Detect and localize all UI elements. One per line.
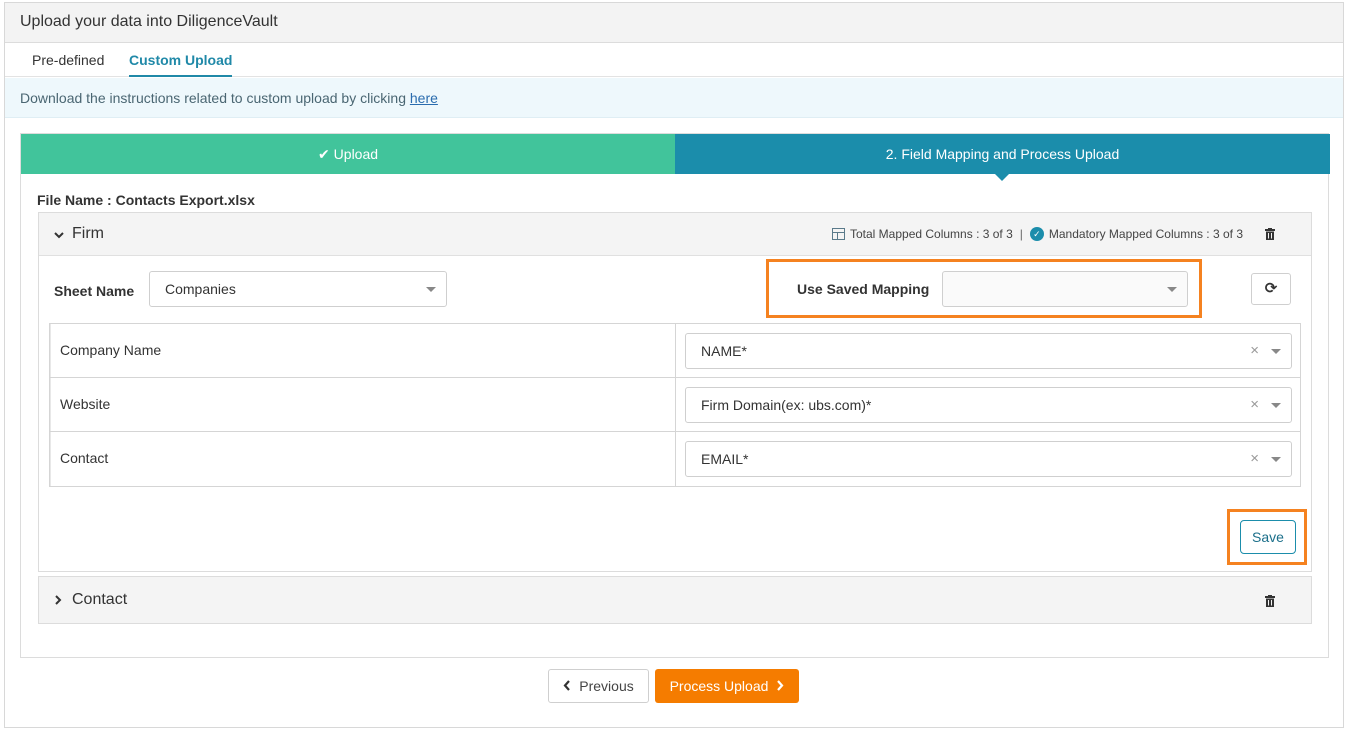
sheet-name-label: Sheet Name [54, 283, 135, 299]
mapping-value: EMAIL* [701, 451, 749, 467]
firm-section: Firm Total Mapped Columns : 3 of 3 | ✓ M… [38, 212, 1312, 572]
tab-bar: Pre-defined Custom Upload [5, 43, 1343, 77]
caret-down-icon [1271, 349, 1281, 354]
clear-icon[interactable]: × [1250, 450, 1259, 467]
caret-down-icon [1271, 457, 1281, 462]
mapping-select[interactable]: NAME* × [685, 333, 1292, 369]
clear-icon[interactable]: × [1250, 342, 1259, 359]
caret-down-icon [1167, 287, 1177, 292]
caret-down-icon [1271, 403, 1281, 408]
mapping-value: Firm Domain(ex: ubs.com)* [701, 397, 872, 413]
check-circle-icon: ✓ [1029, 227, 1044, 241]
file-name-label: File Name : [37, 192, 116, 208]
info-text: Download the instructions related to cus… [20, 90, 438, 106]
previous-button[interactable]: Previous [548, 669, 649, 703]
mandatory-mapped-columns: Mandatory Mapped Columns : 3 of 3 [1048, 227, 1243, 241]
table-row: Website Firm Domain(ex: ubs.com)* × [50, 378, 1300, 432]
field-name: Contact [60, 450, 109, 466]
process-upload-button[interactable]: Process Upload [655, 669, 799, 703]
table-icon [832, 228, 845, 240]
table-row: Contact EMAIL* × [50, 432, 1300, 486]
previous-label: Previous [579, 678, 634, 694]
caret-down-icon [426, 287, 436, 292]
sheet-name-select[interactable]: Companies [149, 271, 447, 307]
contact-section-title: Contact [72, 591, 128, 608]
contact-section: Contact [38, 576, 1312, 624]
contact-section-header[interactable]: Contact [39, 577, 1311, 623]
wizard-steps: ✔ Upload 2. Field Mapping and Process Upl… [21, 134, 1330, 181]
page-title: Upload your data into DiligenceVault [20, 13, 278, 30]
saved-mapping-select[interactable] [942, 271, 1188, 307]
mapping-select[interactable]: Firm Domain(ex: ubs.com)* × [685, 387, 1292, 423]
upload-panel: ✔ Upload 2. Field Mapping and Process Upl… [20, 133, 1330, 658]
field-cell: Website [50, 378, 676, 431]
total-mapped-columns: Total Mapped Columns : 3 of 3 [850, 227, 1013, 241]
step-field-mapping-label: 2. Field Mapping and Process Upload [885, 146, 1120, 162]
save-highlight: Save [1227, 509, 1307, 565]
step-upload[interactable]: ✔ Upload [21, 134, 675, 174]
firm-section-header[interactable]: Firm Total Mapped Columns : 3 of 3 | ✓ M… [39, 213, 1311, 256]
stats-separator: | [1019, 227, 1023, 241]
chevron-left-icon [563, 678, 571, 694]
tab-predefined[interactable]: Pre-defined [32, 52, 104, 68]
process-upload-label: Process Upload [669, 678, 769, 694]
instructions-link[interactable]: here [410, 90, 438, 106]
mapping-stats: Total Mapped Columns : 3 of 3 | ✓ Mandat… [832, 227, 1243, 241]
mapping-select[interactable]: EMAIL* × [685, 441, 1292, 477]
sheet-name-value: Companies [165, 281, 236, 297]
check-icon: ✔ [317, 146, 330, 162]
footer-actions: Previous Process Upload [5, 669, 1343, 709]
file-name-value: Contacts Export.xlsx [115, 192, 255, 208]
step-field-mapping[interactable]: 2. Field Mapping and Process Upload [675, 134, 1330, 181]
step-upload-label: Upload [333, 146, 379, 162]
table-row: Company Name NAME* × [50, 324, 1300, 378]
trash-icon[interactable] [1265, 594, 1275, 607]
clear-icon[interactable]: × [1250, 396, 1259, 413]
chevron-right-icon[interactable] [54, 592, 62, 608]
field-name: Company Name [60, 342, 162, 358]
field-cell: Company Name [50, 324, 676, 377]
info-banner: Download the instructions related to cus… [5, 78, 1343, 118]
mapping-value: NAME* [701, 343, 747, 359]
saved-mapping-label: Use Saved Mapping [797, 281, 930, 297]
save-button[interactable]: Save [1240, 520, 1296, 554]
firm-section-title: Firm [72, 225, 104, 242]
field-mapping-table: Company Name NAME* × Website Firm Domain… [49, 323, 1301, 487]
field-name: Website [60, 396, 111, 412]
chevron-right-icon [776, 678, 784, 694]
saved-mapping-highlight: Use Saved Mapping [766, 259, 1202, 318]
tab-custom-upload[interactable]: Custom Upload [129, 52, 233, 77]
refresh-button[interactable]: ⟳ [1251, 273, 1291, 305]
file-name: File Name : Contacts Export.xlsx [37, 192, 255, 208]
field-cell: Contact [50, 432, 676, 486]
refresh-icon: ⟳ [1264, 280, 1278, 297]
title-bar: Upload your data into DiligenceVault [5, 3, 1343, 43]
info-message: Download the instructions related to cus… [20, 90, 410, 106]
upload-dialog: Upload your data into DiligenceVault Pre… [4, 2, 1344, 728]
chevron-down-icon[interactable] [54, 226, 64, 242]
trash-icon[interactable] [1265, 227, 1275, 240]
